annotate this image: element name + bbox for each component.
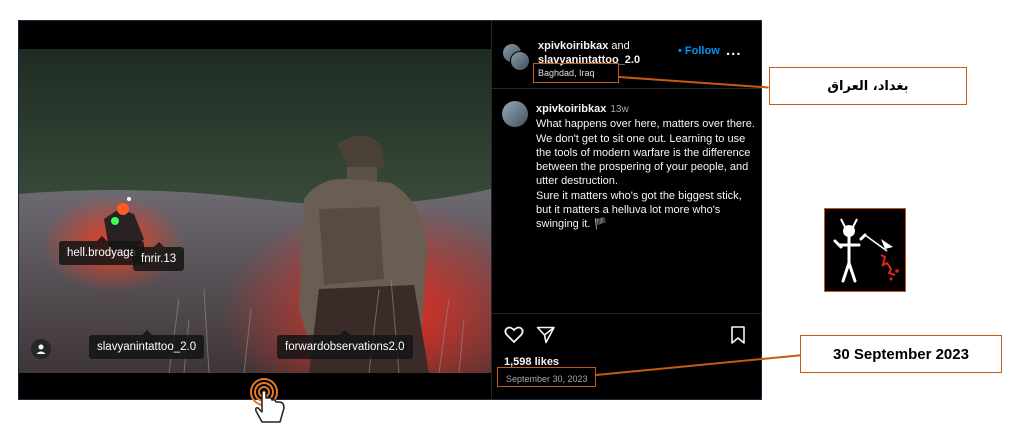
- post-photo[interactable]: hell.brodyaga fnrir.13 slavyanintattoo_2…: [19, 49, 491, 373]
- avatar: [510, 51, 530, 71]
- photo-tag[interactable]: fnrir.13: [133, 242, 185, 271]
- photo-tag[interactable]: forwardobservations2.0: [277, 330, 413, 359]
- instagram-post-frame: hell.brodyaga fnrir.13 slavyanintattoo_2…: [18, 20, 762, 400]
- bookmark-icon[interactable]: [730, 326, 746, 349]
- follow-label: Follow: [684, 45, 720, 57]
- location-callout: بغداد، العراق: [769, 67, 967, 105]
- photo-tag-label: forwardobservations2.0: [285, 341, 405, 353]
- user-tag-icon[interactable]: [31, 339, 51, 359]
- caption-time: 13w: [610, 104, 629, 115]
- follow-button[interactable]: • Follow: [678, 45, 720, 57]
- caption-avatar[interactable]: [502, 101, 528, 127]
- author-link[interactable]: xpivkoiribkax: [538, 40, 608, 52]
- tap-cursor-icon: [246, 378, 290, 430]
- caption-username[interactable]: xpivkoiribkax: [536, 103, 606, 115]
- blackbeard-flag-image: [824, 208, 906, 292]
- and-text: and: [608, 40, 630, 52]
- date-highlight: [497, 367, 596, 387]
- more-icon[interactable]: ...: [726, 42, 742, 59]
- location-highlight: [533, 63, 619, 83]
- post-caption: xpivkoiribkax 13w What happens over here,…: [536, 102, 758, 232]
- date-callout: 30 September 2023: [800, 335, 1002, 373]
- photo-tag-label: slavyanintattoo_2.0: [97, 341, 197, 353]
- photo-tag-label: fnrir.13: [141, 253, 177, 265]
- share-icon[interactable]: [536, 326, 556, 349]
- caption-text: Sure it matters who's got the biggest st…: [536, 189, 742, 231]
- heart-icon[interactable]: [504, 326, 524, 349]
- photo-tag-label: hell.brodyaga: [67, 247, 137, 259]
- collab-avatars[interactable]: [502, 43, 532, 73]
- photo-tag[interactable]: hell.brodyaga: [59, 236, 145, 265]
- photo-tag[interactable]: slavyanintattoo_2.0: [89, 330, 205, 359]
- caption-text: What happens over here, matters over the…: [536, 118, 755, 188]
